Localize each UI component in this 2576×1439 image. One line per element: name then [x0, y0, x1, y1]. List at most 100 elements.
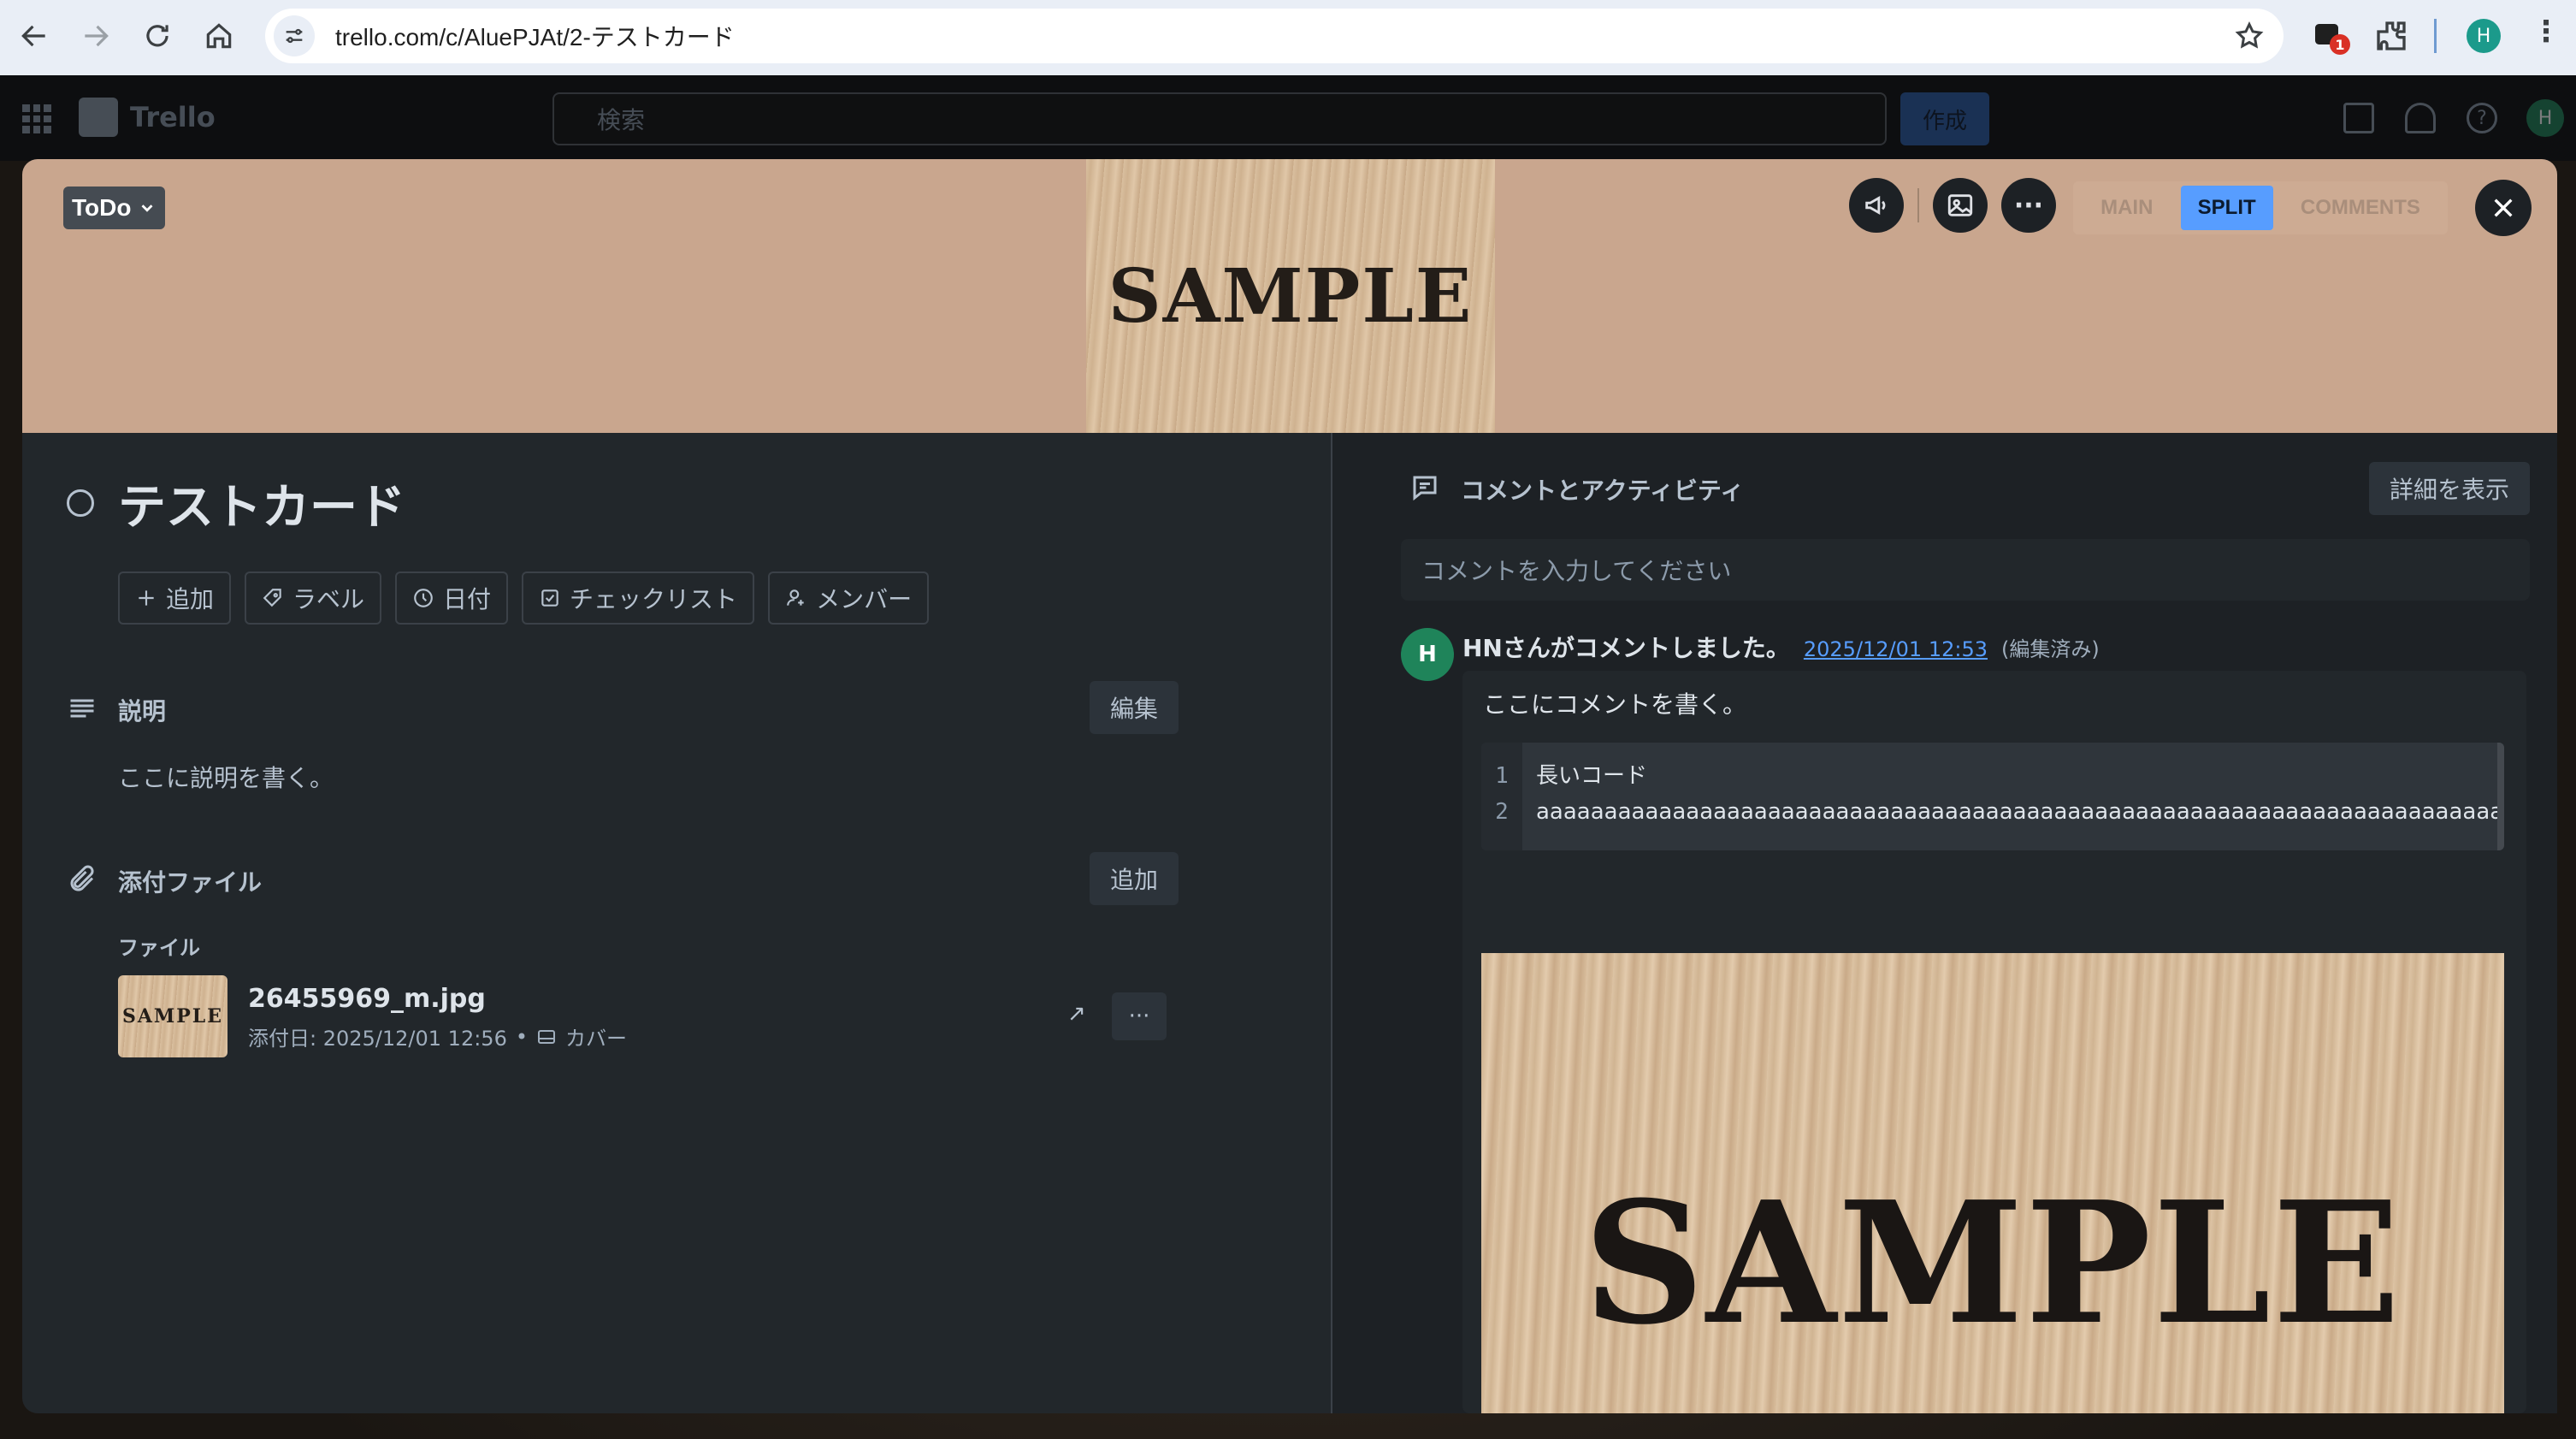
card-cover: SAMPLE ToDo ··· MAIN SPLIT COMMENTS: [22, 159, 2557, 433]
cover-image: SAMPLE: [1086, 159, 1495, 433]
column-divider: [1331, 433, 1332, 1413]
browser-toolbar: trello.com/c/AluePJAt/2-テストカード 1 H ⋮: [0, 0, 2576, 75]
browser-menu-icon[interactable]: ⋮: [2532, 17, 2561, 46]
close-icon: [2494, 198, 2513, 217]
person-add-icon: [787, 589, 804, 606]
more-icon: ···: [2013, 190, 2044, 221]
trello-wordmark[interactable]: Trello: [130, 101, 216, 133]
comment-date-link[interactable]: 2025/12/01 12:53: [1804, 637, 1988, 661]
show-details-button[interactable]: 詳細を表示: [2369, 462, 2531, 515]
close-modal-button[interactable]: [2475, 180, 2532, 236]
header-avatar[interactable]: H: [2526, 99, 2564, 137]
action-label: 追加: [166, 585, 215, 613]
list-name: ToDo: [72, 194, 132, 221]
attachment-name[interactable]: 26455969_m.jpg: [248, 984, 486, 1014]
list-selector[interactable]: ToDo: [63, 187, 166, 229]
card-title[interactable]: テストカード: [118, 469, 405, 538]
code-line: 1 長いコード: [1481, 758, 1647, 790]
files-label: ファイル: [118, 936, 200, 960]
code-block[interactable]: 1 長いコード 2 aaaaaaaaaaaaaaaaaaaaaaaaaaaaaaaa…: [1481, 743, 2504, 850]
cover-image-button[interactable]: [1933, 178, 1988, 233]
profile-avatar[interactable]: H: [2467, 19, 2501, 53]
description-text[interactable]: ここに説明を書く。: [118, 760, 334, 794]
reload-icon: [146, 25, 168, 47]
attachment-date: 添付日: 2025/12/01 12:56: [248, 1027, 507, 1051]
action-label: ラベル: [292, 585, 365, 613]
comment-image-text: SAMPLE: [1583, 1165, 2402, 1362]
address-bar[interactable]: trello.com/c/AluePJAt/2-テストカード: [265, 9, 2284, 63]
attachment-meta: 添付日: 2025/12/01 12:56 • カバー: [248, 1022, 627, 1051]
site-info-icon[interactable]: [274, 15, 315, 56]
comment-author: HNさんがコメントしました。: [1462, 634, 1790, 662]
code-text: aaaaaaaaaaaaaaaaaaaaaaaaaaaaaaaaaaaaaaaa…: [1536, 799, 2504, 825]
plus-icon: [139, 590, 154, 606]
comment-avatar[interactable]: H: [1401, 628, 1454, 681]
forward-button[interactable]: [72, 12, 120, 60]
clock-icon: [414, 589, 433, 607]
extension-button[interactable]: 1: [2313, 19, 2350, 55]
action-checklist-button[interactable]: チェックリスト: [522, 571, 755, 625]
action-labels-button[interactable]: ラベル: [245, 571, 382, 625]
code-line: 2 aaaaaaaaaaaaaaaaaaaaaaaaaaaaaaaaaaaaaaa…: [1481, 799, 2504, 825]
attachment-more-button[interactable]: ···: [1112, 992, 1167, 1040]
attachments-heading: 添付ファイル: [118, 868, 263, 897]
tag-icon: [263, 589, 281, 607]
activity-heading: コメントとアクティビティ: [1461, 477, 1745, 505]
megaphone-icon[interactable]: [2343, 103, 2374, 133]
action-members-button[interactable]: メンバー: [768, 571, 930, 625]
url-text[interactable]: trello.com/c/AluePJAt/2-テストカード: [335, 19, 735, 53]
add-attachment-button[interactable]: 追加: [1090, 852, 1179, 905]
create-button[interactable]: 作成: [1900, 92, 1989, 145]
action-label: メンバー: [816, 585, 913, 613]
cover-image-text: SAMPLE: [1108, 252, 1474, 340]
back-button[interactable]: [10, 12, 58, 60]
app-switcher-icon[interactable]: [22, 104, 51, 133]
more-actions-button[interactable]: ···: [2001, 178, 2056, 233]
extension-badge: 1: [2330, 34, 2350, 55]
attachment-thumbnail[interactable]: SAMPLE: [118, 975, 227, 1057]
comment-edited-label: (編集済み): [2001, 637, 2100, 661]
comment-text: ここにコメントを書く。: [1483, 690, 1747, 719]
puzzle-icon[interactable]: [2374, 19, 2408, 53]
feedback-button[interactable]: [1849, 178, 1904, 233]
description-icon: [70, 699, 94, 718]
attachment-cover-label: カバー: [565, 1027, 627, 1051]
description-heading: 説明: [118, 697, 167, 725]
home-button[interactable]: [195, 12, 243, 60]
action-add-button[interactable]: 追加: [118, 571, 232, 625]
trello-logo-icon[interactable]: [79, 98, 118, 137]
help-icon[interactable]: ?: [2467, 103, 2497, 133]
view-comments-tab[interactable]: COMMENTS: [2284, 186, 2437, 230]
action-label: 日付: [443, 585, 492, 613]
thumbnail-text: SAMPLE: [121, 1005, 224, 1027]
home-icon: [206, 23, 232, 49]
open-attachment-icon[interactable]: ↗: [1067, 1001, 1086, 1027]
comment-input[interactable]: コメントを入力してください: [1401, 539, 2530, 601]
view-split-tab[interactable]: SPLIT: [2180, 186, 2273, 230]
code-scrollbar[interactable]: [2497, 743, 2504, 850]
image-icon: [1947, 194, 1973, 216]
comment-icon: [1413, 476, 1437, 501]
comment-header: HNさんがコメントしました。 2025/12/01 12:53 (編集済み): [1462, 630, 2100, 664]
complete-toggle[interactable]: [67, 489, 94, 517]
checkbox-icon: [541, 589, 558, 607]
edit-description-button[interactable]: 編集: [1090, 681, 1179, 734]
view-main-tab[interactable]: MAIN: [2083, 186, 2170, 230]
bookmark-star-icon[interactable]: [2234, 21, 2265, 51]
board-search-input[interactable]: 検索: [552, 92, 1887, 145]
line-number: 2: [1495, 799, 1509, 825]
card-actions: 追加 ラベル 日付 チェックリスト メンバー: [118, 571, 930, 625]
chevron-down-icon: [141, 204, 153, 212]
action-label: チェックリスト: [570, 585, 738, 613]
paperclip-icon: [70, 865, 94, 891]
cover-icon: [538, 1029, 555, 1044]
action-dates-button[interactable]: 日付: [395, 571, 509, 625]
arrow-left-icon: [21, 25, 45, 47]
megaphone-icon: [1865, 196, 1886, 215]
comment-image[interactable]: SAMPLE: [1481, 953, 2504, 1413]
reload-button[interactable]: [133, 12, 181, 60]
bell-icon[interactable]: [2405, 103, 2436, 133]
search-placeholder: 検索: [597, 106, 646, 134]
line-number: 1: [1495, 763, 1509, 789]
view-mode-toggle: MAIN SPLIT COMMENTS: [2073, 181, 2448, 234]
